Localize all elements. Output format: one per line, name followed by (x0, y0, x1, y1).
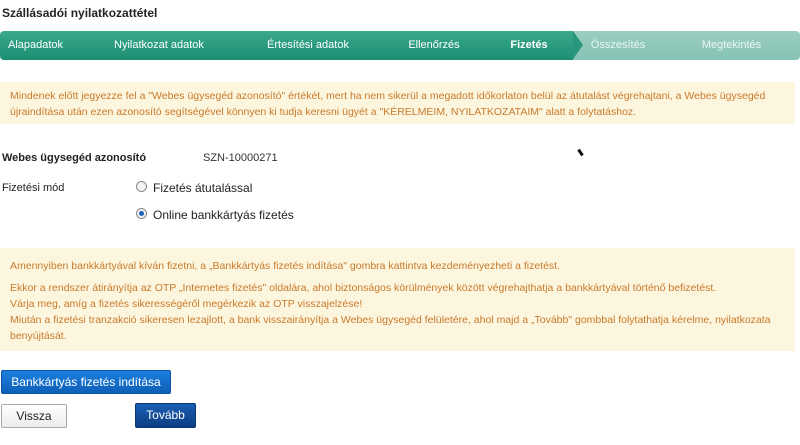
progress-stepper: Alapadatok Nyilatkozat adatok Értesítési… (0, 31, 800, 60)
id-label: Webes ügysegéd azonosító (2, 152, 147, 164)
radio-transfer-label[interactable]: Fizetés átutalással (153, 181, 252, 195)
notice-line-4: Miután a fizetési tranzakció sikeresen l… (10, 314, 771, 342)
id-value: SZN-10000271 (203, 152, 278, 164)
step-alapadatok[interactable]: Alapadatok (0, 31, 85, 60)
notice-save-id: Mindenek előtt jegyezze fel a "Webes ügy… (0, 82, 795, 124)
notice-line-2: Ekkor a rendszer átirányítja az OTP „Int… (10, 282, 717, 294)
next-button[interactable]: Tovább (135, 403, 196, 428)
step-osszesites: Összesítés (573, 31, 663, 60)
step-ellenorzes[interactable]: Ellenőrzés (383, 31, 485, 60)
notice-card-payment: Amennyiben bankkártyával kíván fizetni, … (0, 248, 795, 351)
notice-line-1: Amennyiben bankkártyával kíván fizetni, … (10, 260, 561, 272)
back-button[interactable]: Vissza (1, 404, 67, 428)
radio-transfer[interactable] (136, 181, 147, 192)
radio-card-payment[interactable] (136, 208, 147, 219)
payment-method-label: Fizetési mód (2, 182, 65, 194)
step-nyilatkozat-adatok[interactable]: Nyilatkozat adatok (85, 31, 233, 60)
radio-card-payment-label[interactable]: Online bankkártyás fizetés (153, 208, 294, 222)
start-card-payment-button[interactable]: Bankkártyás fizetés indítása (1, 370, 171, 394)
page-title: Szállásadói nyilatkozattétel (2, 6, 158, 20)
step-megtekintes: Megtekintés (663, 31, 800, 60)
step-ertesitesi-adatok[interactable]: Értesítési adatok (233, 31, 383, 60)
step-fizetes: Fizetés (485, 31, 583, 60)
notice-line-3: Várja meg, amíg a fizetés sikerességéről… (10, 298, 363, 310)
mouse-cursor-mark (577, 148, 584, 157)
